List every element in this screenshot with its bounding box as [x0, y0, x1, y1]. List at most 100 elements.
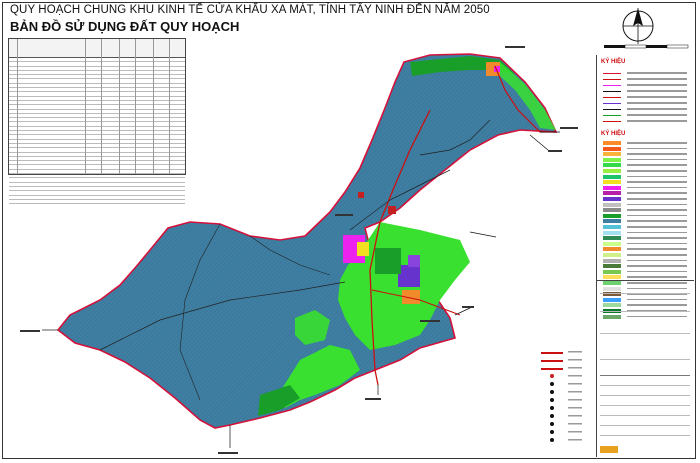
legend-item-label	[627, 220, 687, 222]
map-label	[505, 46, 525, 48]
legend-item-label	[627, 209, 687, 211]
legend-swatch	[603, 157, 621, 162]
legend-item-label	[627, 120, 687, 122]
title-block-line	[600, 415, 690, 416]
legend-line-symbol	[603, 108, 621, 110]
legend-item-label	[627, 192, 687, 194]
legend-swatch	[603, 213, 621, 218]
legend-line-symbol	[603, 90, 621, 92]
legend-swatch	[603, 174, 621, 179]
legend-swatch	[603, 225, 621, 229]
legend-swatch	[603, 141, 621, 145]
legend-line-symbol	[603, 84, 621, 86]
legend-swatch	[603, 191, 621, 196]
legend-swatch	[603, 230, 621, 235]
legend-item-label	[627, 181, 687, 183]
legend-swatch	[603, 253, 621, 257]
red-lot[interactable]	[388, 206, 396, 214]
red-lot-2[interactable]	[358, 192, 364, 198]
legend-line-symbol	[603, 120, 621, 122]
legend-swatch	[603, 180, 621, 185]
legend-swatch	[603, 202, 621, 207]
map-inset-legend	[541, 351, 582, 442]
legend-line-symbol	[603, 72, 621, 74]
legend-swatch	[603, 241, 621, 246]
legend-swatch	[603, 163, 621, 168]
legend-swatch	[603, 208, 621, 213]
legend-line-symbol	[603, 96, 621, 98]
legend-swatch	[603, 169, 621, 173]
title-block-line	[600, 435, 690, 436]
north-arrow-icon	[622, 8, 654, 44]
yellow-zone[interactable]	[357, 242, 369, 256]
legend-item-label	[627, 158, 687, 161]
title-block-line	[600, 385, 690, 386]
legend-item-label	[627, 242, 687, 245]
arrow-central-east	[469, 231, 497, 238]
legend-item-label	[627, 102, 687, 104]
map-label	[548, 150, 562, 152]
legend-item-label	[627, 276, 687, 278]
legend-item-label	[627, 142, 687, 144]
legend-item-label	[627, 175, 687, 178]
legend-title: KÝ HIỆU	[601, 59, 626, 65]
legend-item-label	[627, 226, 687, 228]
legend-item-label	[627, 78, 687, 80]
map-label	[420, 320, 440, 322]
legend-item-label	[627, 114, 687, 116]
scale-bar	[604, 44, 689, 49]
legend-item-label	[627, 164, 687, 166]
legend-item-label	[627, 214, 687, 217]
legend-item-label	[627, 170, 687, 172]
company-logo	[600, 446, 618, 453]
legend-line-symbol	[603, 102, 621, 104]
legend-swatch	[603, 185, 621, 190]
title-block-line	[600, 405, 690, 406]
map-label	[560, 127, 578, 129]
title-block-line	[600, 425, 690, 426]
legend-swatch	[603, 236, 621, 241]
legend-line-symbol	[603, 78, 621, 80]
map-label	[20, 330, 40, 332]
legend-item-label	[627, 259, 687, 262]
dark-green-zone[interactable]	[375, 248, 401, 274]
map-label	[218, 452, 238, 454]
land-use-map[interactable]	[0, 0, 596, 463]
legend-swatch	[603, 152, 621, 157]
legend-item-label	[627, 248, 687, 250]
legend-item-label	[627, 72, 687, 74]
legend-item-label	[627, 198, 687, 200]
map-label	[335, 214, 353, 216]
legend-swatch	[603, 247, 621, 252]
legend-swatch	[603, 264, 621, 269]
legend-item-label	[627, 265, 687, 267]
legend-item-label	[627, 90, 687, 92]
legend-subtitle: KÝ HIỆU	[601, 131, 626, 137]
title-block-line	[600, 375, 690, 376]
title-block-line	[600, 333, 690, 334]
legend-item-label	[627, 254, 687, 256]
arrow-south-east	[454, 307, 471, 316]
legend-item-label	[627, 186, 687, 189]
purple-zone-2[interactable]	[408, 255, 420, 267]
legend-item-label	[627, 147, 687, 150]
map-label	[365, 398, 381, 400]
legend-item-label	[627, 96, 687, 98]
title-block-line	[600, 395, 690, 396]
legend-swatch	[603, 219, 621, 224]
legend-item-label	[627, 84, 687, 86]
title-block-line	[600, 293, 690, 294]
purple-zone[interactable]	[398, 265, 420, 287]
legend-item-label	[627, 237, 687, 239]
legend-item-label	[627, 270, 687, 273]
arrow-east	[529, 134, 549, 151]
legend-swatch	[603, 275, 621, 280]
title-block	[596, 280, 694, 458]
title-block-line	[600, 359, 690, 360]
map-label	[462, 306, 474, 308]
legend-item-label	[627, 203, 687, 206]
legend-line-symbol	[603, 114, 621, 116]
legend-swatch	[603, 269, 621, 274]
legend-item-label	[627, 108, 687, 110]
legend-swatch	[603, 146, 621, 151]
